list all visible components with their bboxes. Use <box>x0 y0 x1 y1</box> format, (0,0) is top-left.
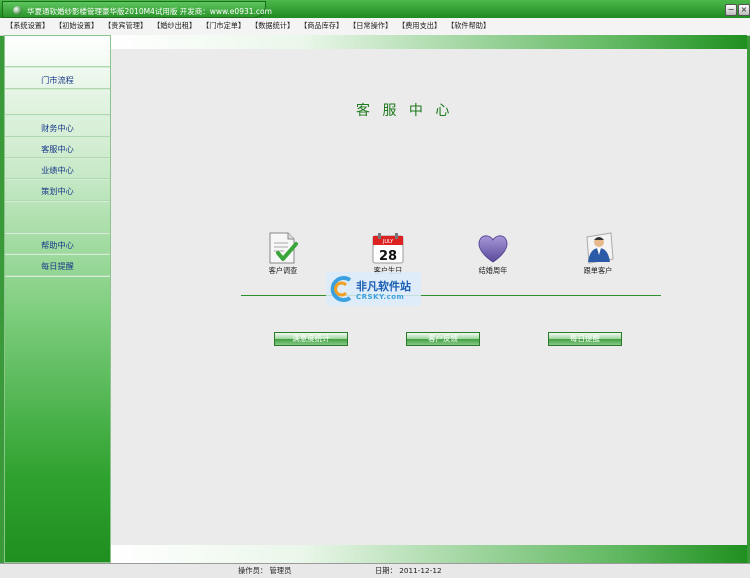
feature-label: 结婚周年 <box>478 266 508 275</box>
satisfaction-stats-button[interactable]: 满意度统计 <box>274 332 348 346</box>
status-bar: 操作员： 管理员 日期： 2011-12-12 <box>0 563 750 578</box>
sidebar-divider <box>5 88 110 90</box>
menu-expenses[interactable]: 【费用支出】 <box>398 21 441 31</box>
sidebar-divider <box>5 157 110 159</box>
menu-help[interactable]: 【软件帮助】 <box>447 21 490 31</box>
menu-daily-operations[interactable]: 【日常操作】 <box>349 21 392 31</box>
feature-customer-birthday[interactable]: JULY 28 客户生日 <box>353 231 423 275</box>
sidebar-divider <box>5 136 110 138</box>
minimize-button[interactable]: − <box>725 4 737 16</box>
app-window: 华夏通软婚纱影楼管理豪华版2010M4试用版 开发商：www.e0931.com… <box>0 0 750 578</box>
content-divider <box>241 295 661 296</box>
daily-reminder-button[interactable]: 每日提醒 <box>548 332 622 346</box>
close-button[interactable]: × <box>738 4 750 16</box>
main-bottom-band <box>111 545 747 563</box>
sidebar-item-performance[interactable]: 业绩中心 <box>5 164 110 176</box>
sidebar-item-daily-reminder[interactable]: 每日提醒 <box>5 260 110 272</box>
watermark: 非凡软件站 CRSKY.com <box>326 272 421 306</box>
menu-bar: 【系统设置】 【初始设置】 【贵宾管理】 【婚纱出租】 【门市定单】 【数据统计… <box>0 18 750 36</box>
customer-feedback-button[interactable]: 客户反馈 <box>406 332 480 346</box>
sidebar-item-finance[interactable]: 财务中心 <box>5 122 110 134</box>
sidebar-divider <box>5 114 110 116</box>
sidebar-item-help[interactable]: 帮助中心 <box>5 239 110 251</box>
watermark-text: 非凡软件站 <box>356 280 411 293</box>
title-tab: 华夏通软婚纱影楼管理豪华版2010M4试用版 开发商：www.e0931.com <box>2 1 272 18</box>
customer-icon <box>586 232 614 264</box>
heart-icon <box>478 235 508 263</box>
sidebar-divider <box>5 253 110 255</box>
calendar-day: 28 <box>379 249 397 264</box>
calendar-month: JULY <box>382 239 394 245</box>
sidebar-divider <box>5 275 110 277</box>
title-bar: 华夏通软婚纱影楼管理豪华版2010M4试用版 开发商：www.e0931.com… <box>0 0 750 18</box>
main-top-band <box>111 35 747 49</box>
watermark-logo-icon <box>330 276 352 302</box>
status-operator: 操作员： 管理员 <box>238 566 292 575</box>
menu-data-statistics[interactable]: 【数据统计】 <box>251 21 294 31</box>
menu-system-settings[interactable]: 【系统设置】 <box>6 21 49 31</box>
feature-followup-customer[interactable]: 跟单客户 <box>563 231 633 275</box>
sidebar-divider <box>5 178 110 180</box>
watermark-subtext: CRSKY.com <box>356 293 405 301</box>
sidebar-divider <box>5 232 110 234</box>
sidebar-item-planning[interactable]: 策划中心 <box>5 185 110 197</box>
calendar-icon: JULY 28 <box>372 233 404 264</box>
sidebar-divider <box>5 66 110 68</box>
app-icon <box>13 6 22 15</box>
feature-label: 跟单客户 <box>583 266 613 275</box>
status-date: 日期： 2011-12-12 <box>375 566 442 575</box>
sidebar-item-customer-service[interactable]: 客服中心 <box>5 143 110 155</box>
survey-icon <box>269 232 298 264</box>
sidebar: 门市流程 财务中心 客服中心 业绩中心 策划中心 帮助中心 每日提醒 <box>4 35 111 563</box>
menu-inventory[interactable]: 【商品库存】 <box>300 21 343 31</box>
sidebar-item-store-process[interactable]: 门市流程 <box>5 74 110 86</box>
menu-store-orders[interactable]: 【门市定单】 <box>202 21 245 31</box>
window-title: 华夏通软婚纱影楼管理豪华版2010M4试用版 开发商：www.e0931.com <box>27 7 272 16</box>
page-title: 客 服 中 心 <box>356 103 454 119</box>
feature-customer-survey[interactable]: 客户调查 <box>248 231 318 275</box>
feature-label: 客户调查 <box>268 266 298 275</box>
menu-gown-rental[interactable]: 【婚纱出租】 <box>153 21 196 31</box>
feature-wedding-anniversary[interactable]: 结婚周年 <box>458 231 528 275</box>
sidebar-divider <box>5 200 110 202</box>
menu-vip-management[interactable]: 【贵宾管理】 <box>104 21 147 31</box>
main-panel: 客 服 中 心 客户调查 JULY 28 客户生日 结婚周年 跟单客户 满意度统… <box>111 35 747 563</box>
menu-initial-settings[interactable]: 【初始设置】 <box>55 21 98 31</box>
